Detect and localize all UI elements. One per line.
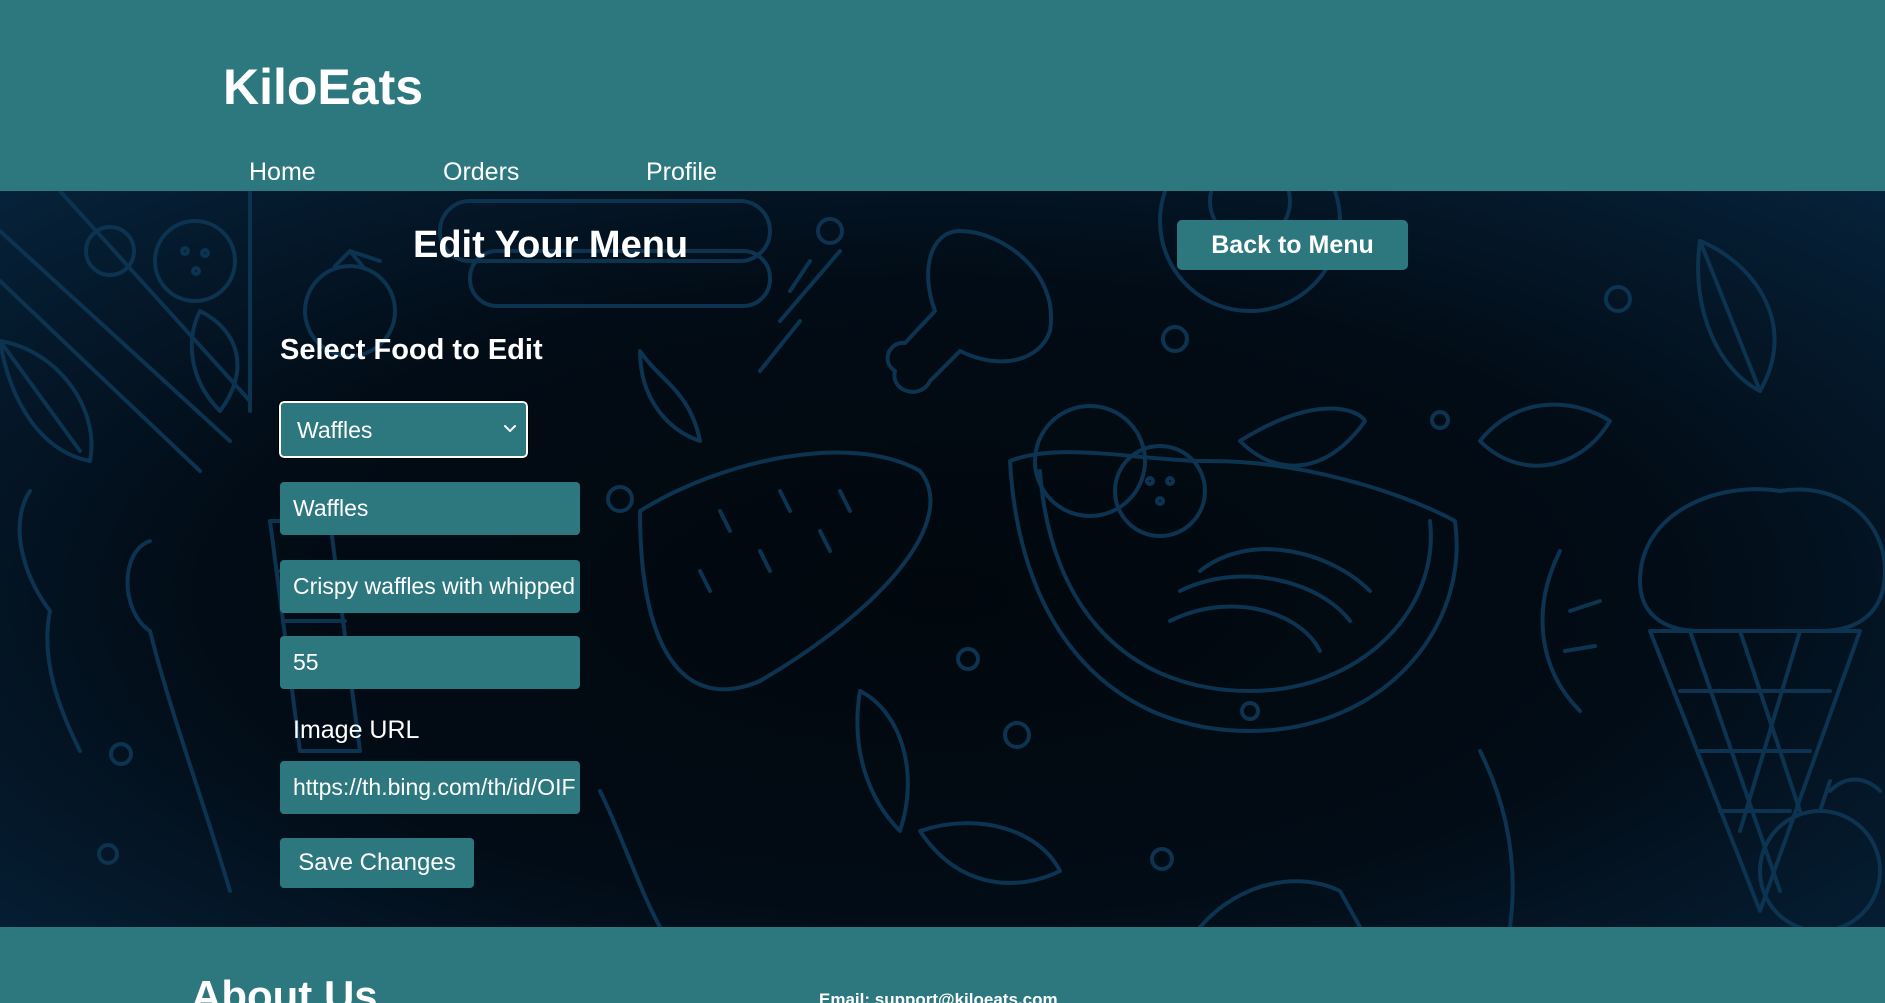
brand-logo[interactable]: KiloEats xyxy=(223,58,423,116)
save-changes-button[interactable]: Save Changes xyxy=(280,838,474,888)
site-footer: About Us Email: support@kiloeats.com xyxy=(0,927,1885,1003)
food-select[interactable]: Waffles xyxy=(278,400,529,459)
image-url-label: Image URL xyxy=(293,716,420,744)
nav-home[interactable]: Home xyxy=(249,158,316,187)
food-select-value: Waffles xyxy=(297,417,373,443)
about-us-heading: About Us xyxy=(191,972,378,1003)
footer-email: Email: support@kiloeats.com xyxy=(819,990,1058,1003)
nav-orders[interactable]: Orders xyxy=(443,158,519,187)
edit-menu-section: Edit Your Menu Back to Menu Select Food … xyxy=(0,191,1885,927)
nav-profile[interactable]: Profile xyxy=(646,158,717,187)
food-price-input[interactable]: 55 xyxy=(280,636,580,689)
site-header: KiloEats Home Orders Profile xyxy=(0,0,1885,191)
food-name-input[interactable]: Waffles xyxy=(280,482,580,535)
food-description-input[interactable]: Crispy waffles with whipped xyxy=(280,560,580,613)
back-to-menu-button[interactable]: Back to Menu xyxy=(1177,220,1408,270)
food-doodle-background xyxy=(0,191,1885,927)
chevron-down-icon xyxy=(504,425,516,432)
section-title: Select Food to Edit xyxy=(280,334,543,366)
page-title: Edit Your Menu xyxy=(413,224,689,266)
image-url-input[interactable]: https://th.bing.com/th/id/OIF xyxy=(280,761,580,814)
